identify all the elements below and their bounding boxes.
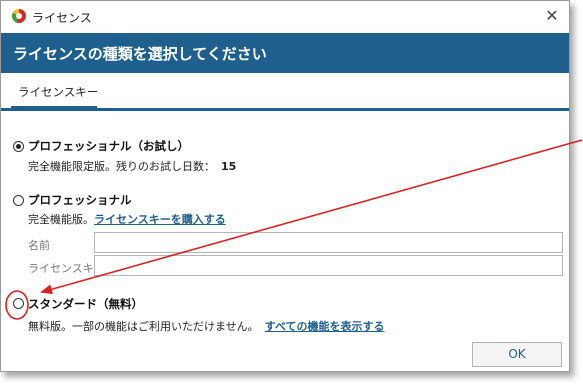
pro-desc-text: 完全機能版。 xyxy=(28,213,94,226)
buy-license-link[interactable]: ライセンスキーを購入する xyxy=(94,213,226,226)
header-banner: ライセンスの種類を選択してください xyxy=(1,33,569,73)
option-professional-desc: 完全機能版。ライセンスキーを購入する xyxy=(28,211,226,227)
option-professional-title[interactable]: プロフェッショナル xyxy=(28,192,132,208)
tab-active-indicator xyxy=(11,106,97,111)
title-bar: ライセンス ✕ xyxy=(1,1,569,33)
option-standard-title[interactable]: スタンダード（無料） xyxy=(28,296,143,312)
radio-trial[interactable] xyxy=(13,141,24,152)
radio-professional[interactable] xyxy=(13,195,24,206)
name-field[interactable] xyxy=(94,232,563,253)
app-logo-icon xyxy=(12,9,26,23)
trial-desc-text: 完全機能限定版。残りのお試し日数： xyxy=(28,160,215,173)
ok-button[interactable]: OK xyxy=(472,342,562,367)
license-dialog: ライセンス ✕ ライセンスの種類を選択してください ライセンスキー プロフェッシ… xyxy=(0,0,570,372)
tab-license-key[interactable]: ライセンスキー xyxy=(18,84,98,100)
trial-days-count: 15 xyxy=(221,160,237,173)
option-standard-desc: 無料版。一部の機能はご利用いただけません。 すべての機能を表示する xyxy=(28,318,384,334)
show-all-features-link[interactable]: すべての機能を表示する xyxy=(265,320,385,333)
license-key-field[interactable] xyxy=(94,255,563,276)
page-title: ライセンスの種類を選択してください xyxy=(13,45,267,63)
tab-strip: ライセンスキー xyxy=(1,73,569,111)
standard-desc-text: 無料版。一部の機能はご利用いただけません。 xyxy=(28,320,259,333)
window-title: ライセンス xyxy=(32,11,92,25)
radio-standard[interactable] xyxy=(13,298,24,309)
name-label: 名前 xyxy=(28,239,50,252)
option-trial-desc: 完全機能限定版。残りのお試し日数： 15 xyxy=(28,158,236,174)
close-button[interactable]: ✕ xyxy=(541,5,563,27)
option-trial-title[interactable]: プロフェッショナル（お試し） xyxy=(28,138,189,154)
